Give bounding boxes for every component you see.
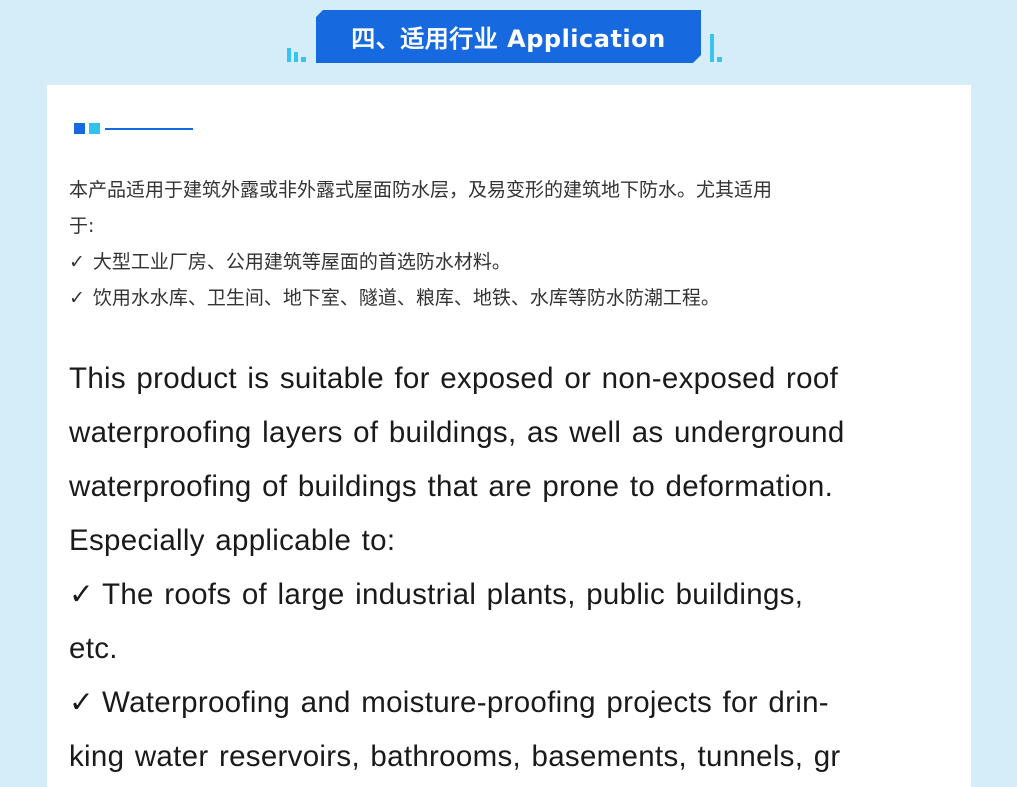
square-marker-icon <box>74 123 85 134</box>
divider-line <box>105 128 193 130</box>
decor-bar <box>301 57 306 62</box>
cn-list-item: ✓ 大型工业厂房、公用建筑等屋面的首选防水材料。 <box>69 244 959 280</box>
section-title: 四、适用行业 Application <box>351 25 666 53</box>
english-description: This product is suitable for exposed or … <box>69 352 959 784</box>
check-icon: ✓ <box>69 686 95 719</box>
decor-bar <box>294 52 298 62</box>
en-list-item-text: Waterproofing and moisture-proofing proj… <box>102 686 829 719</box>
en-list-item: ✓ The roofs of large industrial plants, p… <box>69 568 959 622</box>
check-icon: ✓ <box>69 578 95 611</box>
en-paragraph-line: This product is suitable for exposed or … <box>69 362 839 395</box>
decor-bar <box>710 34 714 62</box>
en-list-item-continuation: king water reservoirs, bathrooms, baseme… <box>69 740 841 773</box>
section-header-banner: 四、适用行业 Application <box>316 10 701 63</box>
en-paragraph-line: Especially applicable to: <box>69 524 396 557</box>
cn-list-item: ✓ 饮用水水库、卫生间、地下室、隧道、粮库、地铁、水库等防水防潮工程。 <box>69 280 959 316</box>
check-icon: ✓ <box>69 251 85 273</box>
cn-paragraph-line: 本产品适用于建筑外露或非外露式屋面防水层，及易变形的建筑地下防水。尤其适用 <box>69 179 773 201</box>
square-marker-icon <box>89 123 100 134</box>
decor-bar <box>717 57 722 62</box>
en-paragraph-line: waterproofing layers of buildings, as we… <box>69 416 845 449</box>
content-card: 本产品适用于建筑外露或非外露式屋面防水层，及易变形的建筑地下防水。尤其适用 于:… <box>47 85 971 787</box>
en-paragraph-line: waterproofing of buildings that are pron… <box>69 470 834 503</box>
cn-list-item-text: 大型工业厂房、公用建筑等屋面的首选防水材料。 <box>92 251 511 273</box>
decor-bar <box>287 48 291 62</box>
en-list-item: ✓ Waterproofing and moisture-proofing pro… <box>69 676 959 730</box>
en-list-item-text: The roofs of large industrial plants, pu… <box>102 578 804 611</box>
check-icon: ✓ <box>69 287 85 309</box>
en-list-item-continuation: etc. <box>69 632 118 665</box>
chinese-description: 本产品适用于建筑外露或非外露式屋面防水层，及易变形的建筑地下防水。尤其适用 于:… <box>69 172 959 316</box>
cn-paragraph-line: 于: <box>69 215 95 237</box>
cn-list-item-text: 饮用水水库、卫生间、地下室、隧道、粮库、地铁、水库等防水防潮工程。 <box>92 287 720 309</box>
